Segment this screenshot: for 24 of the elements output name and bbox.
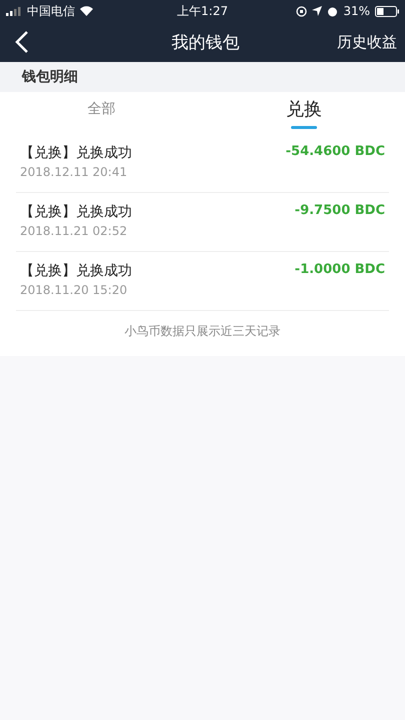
clock-time: 上午1:27 xyxy=(177,2,228,20)
footer-note: 小鸟币数据只展示近三天记录 xyxy=(0,311,405,356)
record-amount: -1.0000 BDC xyxy=(294,262,385,279)
location-icon xyxy=(312,6,322,16)
battery-icon xyxy=(374,6,399,16)
tab[interactable]: 全部 xyxy=(0,92,202,134)
record-title: 【兑换】兑换成功 xyxy=(20,203,132,221)
record-amount: -54.4600 BDC xyxy=(286,144,385,161)
record-amount: -9.7500 BDC xyxy=(294,203,385,220)
wifi-icon xyxy=(80,6,93,16)
record-title: 【兑换】兑换成功 xyxy=(20,144,132,162)
record-date: 2018.12.11 20:41 xyxy=(20,165,128,179)
record-date: 2018.11.20 15:20 xyxy=(20,283,128,297)
page-title: 我的钱包 xyxy=(170,32,240,54)
history-earnings-link[interactable]: 历史收益 xyxy=(337,32,397,52)
battery-percent: 31% xyxy=(343,4,370,18)
orientation-lock-icon xyxy=(296,6,308,16)
signal-icon xyxy=(6,6,22,16)
carrier-name: 中国电信 xyxy=(27,2,75,20)
tab[interactable]: 兑换 xyxy=(202,92,405,134)
back-button[interactable] xyxy=(14,30,30,54)
record-title: 【兑换】兑换成功 xyxy=(20,262,132,280)
section-title: 钱包明细 xyxy=(0,62,405,92)
record-date: 2018.11.21 02:52 xyxy=(20,224,128,238)
